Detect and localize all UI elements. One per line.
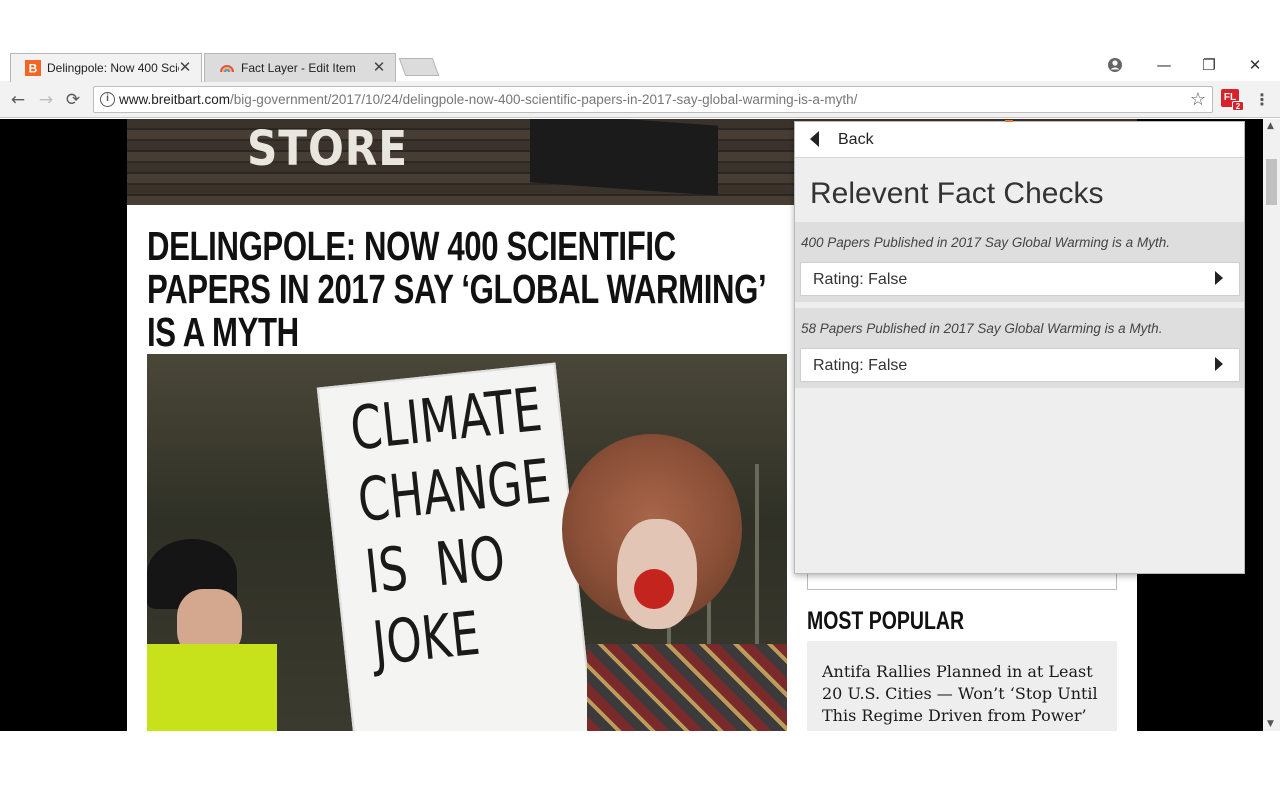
fact-check-popup: Back Relevent Fact Checks 400 Papers Pub…	[794, 120, 1245, 574]
chevron-right-icon	[1215, 357, 1223, 371]
most-popular-item[interactable]: Antifa Rallies Planned in at Least 20 U.…	[807, 641, 1117, 731]
fact-layer-icon	[220, 65, 234, 73]
forward-arrow-icon[interactable]: →	[35, 89, 57, 111]
site-info-icon[interactable]: i	[100, 92, 115, 107]
most-popular-item-title[interactable]: Antifa Rallies Planned in at Least 20 U.…	[822, 661, 1102, 727]
photo-hi-vis-vest	[147, 644, 277, 731]
url-text[interactable]: www.breitbart.com/big-government/2017/10…	[119, 92, 857, 107]
article-photo[interactable]: CLIMATE CHANGE IS NO JOKE	[147, 354, 787, 731]
url-path: /big-government/2017/10/24/delingpole-no…	[230, 92, 858, 107]
tab-fact-layer[interactable]: Fact Layer - Edit Item ✕	[204, 53, 396, 82]
tab-title: Fact Layer - Edit Item	[241, 61, 356, 75]
scrollbar-thumb[interactable]	[1266, 159, 1277, 205]
page-scrollbar[interactable]: ▲ ▼	[1263, 119, 1280, 731]
store-banner-text: STORE	[247, 121, 408, 177]
tab-close-icon[interactable]: ✕	[177, 59, 193, 75]
tab-close-icon[interactable]: ✕	[371, 59, 387, 75]
photo-plaid-shirt	[587, 644, 787, 731]
extension-badge: 2	[1232, 101, 1244, 111]
banner-graphic	[530, 119, 718, 196]
tab-title: Delingpole: Now 400 Scie	[47, 61, 179, 75]
breitbart-b-icon: B	[25, 60, 41, 76]
fact-check-rating-button[interactable]: Rating: False	[800, 262, 1240, 296]
back-caret-icon	[810, 131, 819, 147]
fact-check-item: 58 Papers Published in 2017 Say Global W…	[795, 308, 1244, 388]
article-headline: Delingpole: Now 400 Scientific Papers in…	[147, 223, 765, 355]
rating-label: Rating: False	[813, 357, 908, 374]
fact-check-claim: 58 Papers Published in 2017 Say Global W…	[801, 321, 1163, 336]
fact-check-claim: 400 Papers Published in 2017 Say Global …	[801, 235, 1170, 250]
profile-icon[interactable]	[1104, 55, 1126, 75]
chevron-right-icon	[1215, 271, 1223, 285]
tab-delingpole[interactable]: B Delingpole: Now 400 Scie ✕	[10, 53, 202, 82]
most-popular-heading: Most Popular	[807, 607, 965, 635]
reload-icon[interactable]: ⟳	[62, 89, 84, 111]
browser-toolbar: ← → ⟳ i www.breitbart.com/big-government…	[0, 81, 1280, 118]
back-button[interactable]: Back	[795, 122, 1244, 158]
fact-check-rating-button[interactable]: Rating: False	[800, 348, 1240, 382]
scroll-down-icon[interactable]: ▼	[1267, 719, 1274, 729]
scroll-up-icon[interactable]: ▲	[1267, 121, 1274, 131]
minimize-icon[interactable]: —	[1153, 55, 1175, 75]
restore-icon[interactable]: ❐	[1198, 55, 1220, 75]
photo-sign-text: CLIMATE CHANGE IS NO JOKE	[347, 374, 554, 680]
back-label: Back	[838, 131, 874, 148]
tab-strip: B Delingpole: Now 400 Scie ✕ Fact Layer …	[0, 50, 1280, 82]
fact-check-item: 400 Papers Published in 2017 Say Global …	[795, 222, 1244, 302]
svg-text:B: B	[29, 62, 38, 76]
back-arrow-icon[interactable]: ←	[7, 89, 29, 111]
browser-window: B Delingpole: Now 400 Scie ✕ Fact Layer …	[0, 0, 1280, 800]
photo-clown-nose	[634, 569, 674, 609]
bookmark-star-icon[interactable]: ☆	[1190, 89, 1206, 110]
close-window-icon[interactable]: ✕	[1244, 55, 1266, 75]
browser-menu-icon[interactable]: ⋮	[1254, 89, 1270, 111]
rating-label: Rating: False	[813, 271, 908, 288]
popup-title: Relevent Fact Checks	[810, 177, 1104, 210]
url-host: www.breitbart.com	[119, 92, 231, 107]
new-tab-button[interactable]	[398, 58, 440, 76]
address-bar[interactable]: i www.breitbart.com/big-government/2017/…	[93, 86, 1213, 113]
